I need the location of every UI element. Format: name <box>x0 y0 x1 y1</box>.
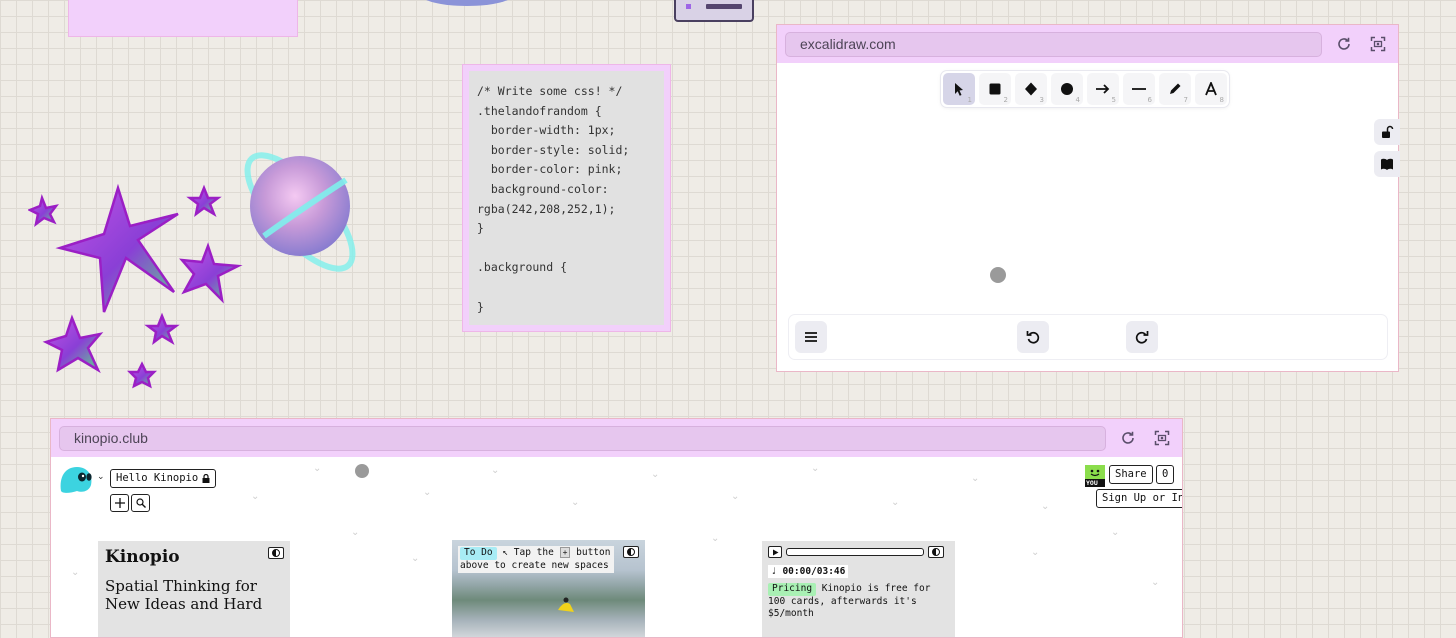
canvas-mark: ⌄ <box>1111 527 1120 538</box>
canvas-mark: ⌄ <box>971 473 980 484</box>
excalidraw-address-bar: excalidraw.com <box>777 25 1398 63</box>
tool-shortcut: 7 <box>1183 96 1188 104</box>
tool-shortcut: 3 <box>1039 96 1044 104</box>
kinopio-address-bar: kinopio.club <box>51 419 1182 457</box>
todo-card[interactable]: To Do ↖ Tap the + button above to create… <box>452 540 645 637</box>
rectangle-tool-icon[interactable]: 2 <box>979 73 1011 105</box>
pencil-tool-icon[interactable]: 7 <box>1159 73 1191 105</box>
canvas-mark: ⌄ <box>351 527 360 538</box>
canvas-mark: ⌄ <box>811 463 820 474</box>
person-figure-icon <box>558 597 574 612</box>
excalidraw-footer <box>789 315 1387 359</box>
kinopio-url-field[interactable]: kinopio.club <box>59 425 1106 451</box>
todo-card-text: To Do ↖ Tap the + button above to create… <box>458 546 614 573</box>
canvas-mark: ⌄ <box>251 491 260 502</box>
dark-mode-toggle-icon[interactable] <box>623 546 639 558</box>
screenshot-icon[interactable] <box>1150 426 1174 450</box>
todo-tag[interactable]: To Do <box>460 547 497 560</box>
library-book-icon[interactable] <box>1374 151 1400 177</box>
pricing-tag[interactable]: Pricing <box>768 583 817 596</box>
you-label: YOU <box>1086 479 1098 487</box>
notifications-count-button[interactable]: 0 <box>1156 465 1175 484</box>
search-button[interactable] <box>131 494 150 512</box>
tool-shortcut: 4 <box>1075 96 1080 104</box>
pricing-card[interactable]: ♩ 00:00/03:46 Pricing Kinopio is free fo… <box>762 541 955 637</box>
tool-shortcut: 1 <box>967 96 972 104</box>
plus-inline-icon: + <box>559 547 571 558</box>
audio-time-label: ♩ 00:00/03:46 <box>768 565 849 578</box>
excalidraw-side-buttons <box>1374 119 1400 177</box>
card-title: Kinopio <box>105 547 180 567</box>
kinopio-canvas[interactable]: ⌄ ⌄ ⌄ ⌄ ⌄ ⌄ ⌄ ⌄ ⌄ ⌄ ⌄ ⌄ ⌄ ⌄ ⌄ ⌄ ⌄ ⌄ ⌄ ⌄ … <box>51 457 1182 637</box>
canvas-mark: ⌄ <box>731 491 740 502</box>
screenshot-icon[interactable] <box>1366 32 1390 56</box>
canvas-mark: ⌄ <box>651 469 660 480</box>
unlock-icon[interactable] <box>1374 119 1400 145</box>
todo-text-part: button <box>576 547 611 558</box>
excalidraw-embed[interactable]: excalidraw.com 1 2 3 4 5 6 7 8 <box>776 24 1400 372</box>
oval-sticker-fragment <box>420 0 514 6</box>
excalidraw-toolbar: 1 2 3 4 5 6 7 8 <box>941 71 1229 107</box>
canvas-mark: ⌄ <box>1031 547 1040 558</box>
kinopio-embed[interactable]: kinopio.club ⌄ ⌄ ⌄ ⌄ ⌄ ⌄ ⌄ ⌄ ⌄ ⌄ ⌄ ⌄ ⌄ ⌄… <box>50 418 1183 638</box>
plus-icon <box>114 498 125 508</box>
dark-mode-toggle-icon[interactable] <box>268 547 284 559</box>
css-code-text[interactable]: /* Write some css! */ .thelandofrandom {… <box>477 82 656 317</box>
tool-shortcut: 6 <box>1147 96 1152 104</box>
play-icon[interactable] <box>768 546 782 558</box>
add-space-button[interactable] <box>110 494 129 512</box>
canvas-mark: ⌄ <box>1041 501 1050 512</box>
kinopio-logo-icon[interactable] <box>57 463 95 495</box>
diamond-tool-icon[interactable]: 3 <box>1015 73 1047 105</box>
sign-up-button[interactable]: Sign Up or In <box>1096 489 1182 508</box>
audio-progress-bar[interactable] <box>786 548 924 556</box>
css-code-card[interactable]: /* Write some css! */ .thelandofrandom {… <box>462 64 671 332</box>
stars-planet-sticker <box>28 152 356 389</box>
ellipse-tool-icon[interactable]: 4 <box>1051 73 1083 105</box>
pink-card-fragment[interactable] <box>68 0 298 37</box>
kinopio-intro-card[interactable]: Kinopio Spatial Thinking for New Ideas a… <box>98 541 290 637</box>
canvas-mark: ⌄ <box>891 497 900 508</box>
chevron-down-icon[interactable]: ⌄ <box>97 471 105 482</box>
planet-icon <box>244 152 356 272</box>
collaborator-cursor <box>355 464 369 478</box>
arrow-tool-icon[interactable]: 5 <box>1087 73 1119 105</box>
canvas-mark: ⌄ <box>313 463 322 474</box>
canvas-mark: ⌄ <box>1151 577 1160 588</box>
canvas-mark: ⌄ <box>571 497 580 508</box>
reload-icon[interactable] <box>1116 426 1140 450</box>
star-icon <box>28 183 243 389</box>
tool-shortcut: 5 <box>1111 96 1116 104</box>
search-icon <box>135 498 146 508</box>
todo-text-part: above to create new spaces <box>460 559 609 571</box>
computer-sticker <box>674 0 754 22</box>
share-button[interactable]: Share <box>1109 465 1153 484</box>
css-code-editor[interactable]: /* Write some css! */ .thelandofrandom {… <box>469 71 664 325</box>
excalidraw-url-field[interactable]: excalidraw.com <box>785 31 1322 57</box>
canvas-mark: ⌄ <box>71 567 80 578</box>
canvas-mark: ⌄ <box>491 465 500 476</box>
tool-shortcut: 8 <box>1219 96 1224 104</box>
redo-icon[interactable] <box>1126 321 1158 353</box>
space-name-button[interactable]: Hello Kinopio <box>110 469 217 488</box>
canvas-mark: ⌄ <box>423 487 432 498</box>
undo-icon[interactable] <box>1017 321 1049 353</box>
line-tool-icon[interactable]: 6 <box>1123 73 1155 105</box>
tool-shortcut: 2 <box>1003 96 1008 104</box>
space-name-label: Hello Kinopio <box>116 472 199 484</box>
canvas-mark: ⌄ <box>711 533 720 544</box>
lock-icon <box>202 474 210 483</box>
collaborator-cursor <box>990 267 1006 283</box>
card-subtitle: Spatial Thinking for New Ideas and Hard <box>105 577 263 613</box>
dark-mode-toggle-icon[interactable] <box>928 546 944 558</box>
reload-icon[interactable] <box>1332 32 1356 56</box>
text-tool-icon[interactable]: 8 <box>1195 73 1227 105</box>
selection-tool-icon[interactable]: 1 <box>943 73 975 105</box>
canvas-mark: ⌄ <box>411 553 420 564</box>
hamburger-menu-icon[interactable] <box>795 321 827 353</box>
todo-text-part: ↖ Tap the <box>502 547 554 558</box>
